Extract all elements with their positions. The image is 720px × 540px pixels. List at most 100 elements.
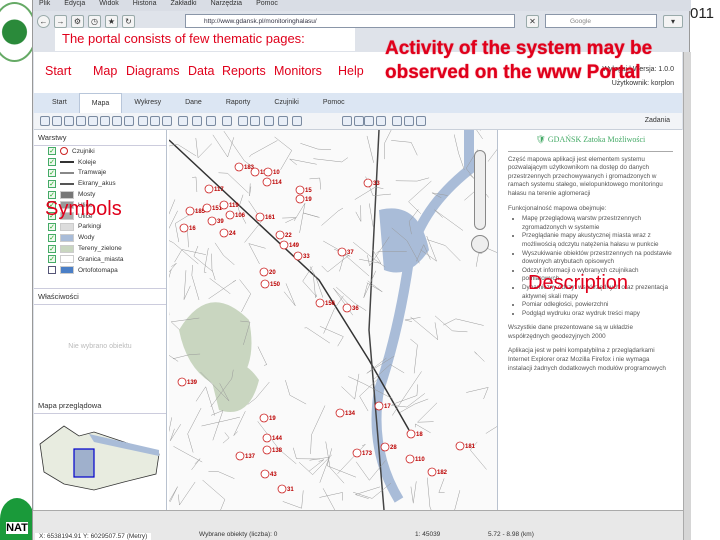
menu-tools[interactable]: Narzędzia xyxy=(211,0,243,11)
layer-checkbox[interactable] xyxy=(48,266,56,275)
sensor-marker[interactable]: 33 xyxy=(293,251,310,261)
tab-start[interactable]: Start xyxy=(40,93,79,113)
menu-edit[interactable]: Edycja xyxy=(64,0,85,11)
layer-checkbox[interactable]: ✓ xyxy=(48,158,56,167)
sensor-marker[interactable]: 138 xyxy=(262,445,283,455)
menu-bookmarks[interactable]: Zakładki xyxy=(170,0,196,11)
map-tool-icon[interactable] xyxy=(40,116,50,126)
map-tool-icon[interactable] xyxy=(88,116,98,126)
menu-view[interactable]: Widok xyxy=(99,0,118,11)
tab-mapa[interactable]: Mapa xyxy=(78,93,123,113)
sensor-marker[interactable]: 19 xyxy=(295,194,312,204)
map-tool-icon[interactable] xyxy=(278,116,288,126)
map-tool-icon[interactable] xyxy=(264,116,274,126)
layer-item[interactable]: Ortofotomapa xyxy=(34,265,166,276)
sensor-marker[interactable]: 19 xyxy=(259,413,276,423)
zoom-slider[interactable] xyxy=(474,150,486,230)
layer-item[interactable]: ✓ Wody xyxy=(34,232,166,243)
tasks-button[interactable]: Zadania xyxy=(645,117,670,124)
sensor-marker[interactable]: 150 xyxy=(260,279,281,289)
tab-raporty[interactable]: Raporty xyxy=(214,93,263,113)
map-tool-icon[interactable] xyxy=(138,116,148,126)
back-icon[interactable]: ← xyxy=(37,14,50,28)
nav-help[interactable]: Help xyxy=(338,64,364,78)
layer-checkbox[interactable]: ✓ xyxy=(48,168,56,177)
sensor-marker[interactable]: 173 xyxy=(352,448,373,458)
sensor-marker[interactable]: 181 xyxy=(455,441,476,451)
page-scrollbar[interactable] xyxy=(683,52,691,540)
sensor-marker[interactable]: 134 xyxy=(335,408,356,418)
tab-dane[interactable]: Dane xyxy=(173,93,214,113)
sensor-marker[interactable]: 36 xyxy=(342,303,359,313)
layer-item[interactable]: ✓ Koleje xyxy=(34,157,166,168)
tab-pomoc[interactable]: Pomoc xyxy=(311,93,357,113)
map-tool-icon[interactable] xyxy=(416,116,426,126)
nav-diagrams[interactable]: Diagrams xyxy=(126,64,180,78)
sensor-marker[interactable]: 16 xyxy=(179,223,196,233)
overview-extent[interactable] xyxy=(73,447,95,478)
url-input[interactable]: http://www.gdansk.pl/monitoringhalasu/ xyxy=(185,14,515,28)
sensor-marker[interactable]: 22 xyxy=(275,230,292,240)
map-tool-icon[interactable] xyxy=(222,116,232,126)
nav-monitors[interactable]: Monitors xyxy=(274,64,322,78)
bookmark-icon[interactable]: ★ xyxy=(105,14,118,28)
map-tool-icon[interactable] xyxy=(404,116,414,126)
sensor-marker[interactable]: 33 xyxy=(363,178,380,188)
map-tool-icon[interactable] xyxy=(124,116,134,126)
sensor-marker[interactable]: 20 xyxy=(259,267,276,277)
map-tool-icon[interactable] xyxy=(250,116,260,126)
nav-map[interactable]: Map xyxy=(93,64,117,78)
layer-checkbox[interactable]: ✓ xyxy=(48,222,56,231)
sensor-marker[interactable]: 106 xyxy=(225,210,246,220)
settings-icon[interactable]: ⚙ xyxy=(71,14,84,28)
sensor-marker[interactable]: 114 xyxy=(262,177,282,187)
forward-icon[interactable]: → xyxy=(54,14,67,28)
reload-icon[interactable]: ↻ xyxy=(122,14,135,28)
layer-checkbox[interactable]: ✓ xyxy=(48,147,56,156)
layer-item[interactable]: ✓ Tereny_zielone xyxy=(34,243,166,254)
map-tool-icon[interactable] xyxy=(364,116,374,126)
sensor-marker[interactable]: 149 xyxy=(279,240,300,250)
sensor-marker[interactable]: 119 xyxy=(219,200,239,210)
tab-wykresy[interactable]: Wykresy xyxy=(122,93,173,113)
menu-file[interactable]: Plik xyxy=(39,0,50,11)
layer-checkbox[interactable]: ✓ xyxy=(48,179,56,188)
layer-item[interactable]: ✓ Parkingi xyxy=(34,222,166,233)
layer-checkbox[interactable]: ✓ xyxy=(48,244,56,253)
layer-item[interactable]: ✓ Tramwaje xyxy=(34,168,166,179)
nav-data[interactable]: Data xyxy=(188,64,214,78)
sensor-marker[interactable]: 31 xyxy=(277,484,294,494)
sensor-marker[interactable]: 110 xyxy=(405,454,425,464)
sensor-marker[interactable]: 15 xyxy=(295,185,312,195)
map-tool-icon[interactable] xyxy=(354,116,364,126)
sensor-marker[interactable]: 117 xyxy=(204,184,224,194)
sensor-marker[interactable]: 139 xyxy=(177,377,198,387)
layer-item[interactable]: ✓ Czujniki xyxy=(34,146,166,157)
map-tool-icon[interactable] xyxy=(100,116,110,126)
map-view[interactable]: 183 11 10 114 117 33 15 19 185 151 119 106 161 16 39 24… xyxy=(169,130,497,510)
layer-item[interactable]: ✓ Granica_miasta xyxy=(34,254,166,265)
sensor-marker[interactable]: 37 xyxy=(337,247,354,257)
menu-help[interactable]: Pomoc xyxy=(256,0,278,11)
map-tool-icon[interactable] xyxy=(238,116,248,126)
layer-checkbox[interactable]: ✓ xyxy=(48,233,56,242)
sensor-marker[interactable]: 28 xyxy=(380,442,397,452)
map-tool-icon[interactable] xyxy=(64,116,74,126)
layer-checkbox[interactable]: ✓ xyxy=(48,255,56,264)
nav-start[interactable]: Start xyxy=(45,64,71,78)
sensor-marker[interactable]: 144 xyxy=(262,433,283,443)
pan-control[interactable] xyxy=(471,235,489,253)
overview-map[interactable] xyxy=(34,414,164,504)
sensor-marker[interactable]: 43 xyxy=(260,469,277,479)
sensor-marker[interactable]: 24 xyxy=(219,228,236,238)
map-tool-icon[interactable] xyxy=(292,116,302,126)
map-tool-icon[interactable] xyxy=(206,116,216,126)
map-tool-icon[interactable] xyxy=(150,116,160,126)
sensor-marker[interactable]: 156 xyxy=(315,298,336,308)
history-icon[interactable]: ◷ xyxy=(88,14,101,28)
search-input[interactable]: Google xyxy=(545,14,657,28)
map-tool-icon[interactable] xyxy=(52,116,62,126)
sensor-marker[interactable]: 137 xyxy=(235,451,256,461)
sensor-marker[interactable]: 10 xyxy=(263,167,280,177)
map-tool-icon[interactable] xyxy=(392,116,402,126)
